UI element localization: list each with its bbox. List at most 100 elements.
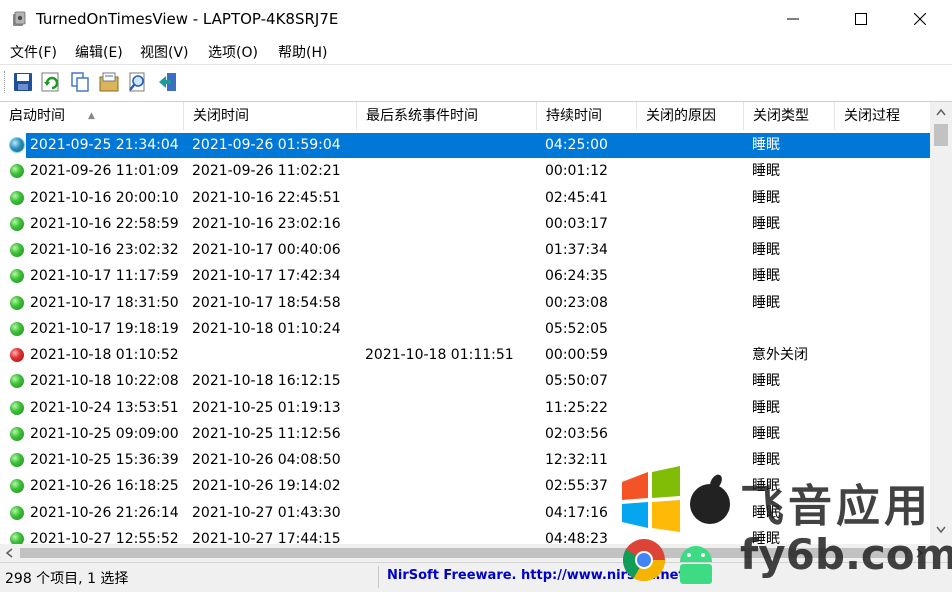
- cell-start: 2021-10-17 18:31:50: [30, 294, 179, 311]
- table-row[interactable]: 2021-10-18 10:22:08 2021-10-18 16:12:15 05…: [0, 368, 930, 394]
- cell-type: 睡眠: [752, 399, 780, 416]
- horizontal-scrollbar[interactable]: [0, 544, 930, 562]
- table-row[interactable]: 2021-10-16 22:58:59 2021-10-16 23:02:16 00…: [0, 211, 930, 237]
- status-green-icon: [10, 453, 24, 467]
- column-header-end-time[interactable]: 关闭时间: [184, 102, 357, 130]
- cell-duration: 01:37:34: [545, 242, 608, 258]
- title-bar: TurnedOnTimesView - LAPTOP-4K8SRJ7E: [0, 0, 952, 38]
- menu-view[interactable]: 视图(V): [140, 42, 189, 62]
- cell-duration: 02:55:37: [545, 478, 608, 495]
- cell-start: 2021-10-27 12:55:52: [30, 530, 179, 544]
- sort-arrow-icon: ▲: [88, 111, 95, 121]
- cell-type: 睡眠: [752, 452, 780, 468]
- cell-last: 2021-10-18 01:11:51: [365, 347, 514, 363]
- cell-duration: 02:45:41: [545, 189, 608, 206]
- table-row[interactable]: 2021-10-25 15:36:39 2021-10-26 04:08:50 12…: [0, 447, 930, 473]
- refresh-icon[interactable]: [40, 71, 62, 93]
- cell-end: 2021-10-26 19:14:02: [192, 478, 341, 495]
- cell-duration: 04:25:00: [545, 137, 608, 153]
- cell-start: 2021-10-26 21:26:14: [30, 504, 179, 521]
- maximize-icon: [855, 13, 867, 25]
- list-header: 启动时间 ▲ 关闭时间 最后系统事件时间 持续时间 关闭的原因 关闭类型 关闭过…: [0, 102, 930, 130]
- table-row[interactable]: 2021-10-26 21:26:14 2021-10-27 01:43:30 04…: [0, 500, 930, 526]
- cell-type: 睡眠: [752, 163, 780, 180]
- table-row[interactable]: 2021-10-17 19:18:19 2021-10-18 01:10:24 05…: [0, 316, 930, 342]
- column-header-reason[interactable]: 关闭的原因: [637, 102, 744, 130]
- menu-help[interactable]: 帮助(H): [278, 42, 327, 62]
- scroll-left-icon[interactable]: [5, 548, 13, 558]
- nirsoft-link[interactable]: NirSoft Freeware. http://www.nirsoft.net: [387, 568, 685, 583]
- table-row[interactable]: 2021-10-24 13:53:51 2021-10-25 01:19:13 11…: [0, 395, 930, 421]
- cell-duration: 04:48:23: [545, 530, 608, 544]
- cell-duration: 00:00:59: [545, 347, 608, 363]
- properties-icon[interactable]: [98, 71, 120, 93]
- cell-start: 2021-10-18 10:22:08: [30, 373, 179, 390]
- cell-end: 2021-10-16 23:02:16: [192, 215, 341, 232]
- table-row[interactable]: 2021-10-27 12:55:52 2021-10-27 17:44:15 04…: [0, 526, 930, 544]
- status-green-icon: [10, 216, 24, 231]
- copy-icon[interactable]: [69, 71, 91, 93]
- table-row[interactable]: 2021-10-16 20:00:10 2021-10-16 22:45:51 02…: [0, 185, 930, 211]
- column-header-type[interactable]: 关闭类型: [744, 102, 835, 130]
- column-header-last-event[interactable]: 最后系统事件时间: [357, 102, 537, 130]
- cell-end: 2021-10-26 04:08:50: [192, 452, 341, 468]
- minimize-button[interactable]: [770, 0, 816, 38]
- table-row[interactable]: 2021-09-26 11:01:09 2021-09-26 11:02:21 00…: [0, 158, 930, 184]
- minimize-icon: [787, 18, 799, 20]
- status-green-icon: [10, 400, 24, 415]
- cell-type: 睡眠: [752, 504, 780, 521]
- status-green-icon: [10, 243, 24, 257]
- save-icon[interactable]: [12, 71, 34, 93]
- table-row[interactable]: 2021-10-26 16:18:25 2021-10-26 19:14:02 02…: [0, 473, 930, 499]
- scroll-right-icon[interactable]: [916, 548, 924, 558]
- vertical-scrollbar[interactable]: [930, 102, 952, 544]
- status-green-icon: [10, 164, 24, 179]
- window-title: TurnedOnTimesView - LAPTOP-4K8SRJ7E: [36, 10, 339, 28]
- cell-duration: 00:23:08: [545, 294, 608, 311]
- cell-end: 2021-10-27 01:43:30: [192, 504, 341, 521]
- cell-start: 2021-10-16 23:02:32: [30, 242, 179, 258]
- cell-start: 2021-09-26 11:01:09: [30, 163, 179, 180]
- cell-duration: 00:01:12: [545, 163, 608, 180]
- cell-start: 2021-10-26 16:18:25: [30, 478, 179, 495]
- cell-type: 睡眠: [752, 530, 780, 544]
- find-icon[interactable]: [127, 71, 149, 93]
- table-row[interactable]: 2021-10-16 23:02:32 2021-10-17 00:40:06 01…: [0, 237, 930, 263]
- cell-start: 2021-10-17 19:18:19: [30, 320, 179, 337]
- cell-type: 睡眠: [752, 373, 780, 390]
- menu-bar: 文件(F) 编辑(E) 视图(V) 选项(O) 帮助(H): [0, 38, 952, 64]
- table-row[interactable]: 2021-10-25 09:09:00 2021-10-25 11:12:56 02…: [0, 421, 930, 447]
- status-red-icon: [10, 348, 24, 362]
- menu-options[interactable]: 选项(O): [208, 42, 258, 62]
- status-green-icon: [10, 190, 24, 205]
- cell-type: 睡眠: [752, 215, 780, 232]
- horizontal-scroll-thumb[interactable]: [20, 548, 908, 558]
- cell-end: 2021-10-25 01:19:13: [192, 399, 341, 416]
- status-divider: [378, 566, 379, 588]
- close-button[interactable]: [897, 0, 943, 38]
- table-row[interactable]: 2021-10-17 18:31:50 2021-10-17 18:54:58 00…: [0, 290, 930, 316]
- menu-file[interactable]: 文件(F): [10, 42, 57, 62]
- exit-icon[interactable]: [157, 71, 179, 93]
- column-header-start-time[interactable]: 启动时间 ▲: [0, 102, 184, 130]
- status-green-icon: [10, 479, 24, 494]
- scroll-down-icon[interactable]: [936, 526, 946, 534]
- maximize-button[interactable]: [838, 0, 884, 38]
- table-row[interactable]: 2021-10-17 11:17:59 2021-10-17 17:42:34 06…: [0, 263, 930, 289]
- cell-end: 2021-10-17 17:42:34: [192, 268, 341, 285]
- cell-type: 睡眠: [752, 242, 780, 258]
- table-row[interactable]: 2021-09-25 21:34:04 2021-09-26 01:59:04 04…: [0, 132, 930, 158]
- cell-end: 2021-10-17 00:40:06: [192, 242, 341, 258]
- cell-start: 2021-10-18 01:10:52: [30, 347, 179, 363]
- table-row[interactable]: 2021-10-18 01:10:52 2021-10-18 01:11:51 00…: [0, 342, 930, 368]
- cell-duration: 04:17:16: [545, 504, 608, 521]
- vertical-scroll-thumb[interactable]: [934, 124, 948, 146]
- records-list: 启动时间 ▲ 关闭时间 最后系统事件时间 持续时间 关闭的原因 关闭类型 关闭过…: [0, 101, 952, 562]
- column-header-duration[interactable]: 持续时间: [537, 102, 637, 130]
- status-green-icon: [10, 295, 24, 310]
- menu-edit[interactable]: 编辑(E): [75, 42, 123, 62]
- cell-start: 2021-10-17 11:17:59: [30, 268, 179, 285]
- scroll-up-icon[interactable]: [936, 108, 946, 116]
- column-header-process[interactable]: 关闭过程: [835, 102, 930, 130]
- cell-duration: 12:32:11: [545, 452, 608, 468]
